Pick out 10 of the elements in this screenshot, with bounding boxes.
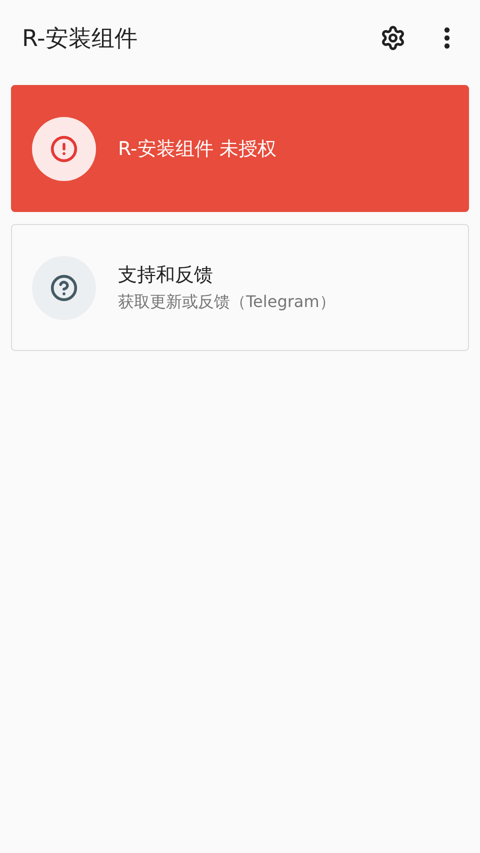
warning-card[interactable]: R-安装组件 未授权 [11,85,469,212]
question-icon [50,274,78,302]
card-title: 支持和反馈 [118,263,214,288]
more-icon [444,27,450,49]
settings-icon [380,25,406,51]
alert-icon [50,134,78,162]
app-title: R-安装组件 [22,24,138,54]
card-title: R-安装组件 未授权 [118,136,276,162]
support-card[interactable]: 支持和反馈 获取更新或反馈（Telegram） [11,224,469,351]
card-subtitle: 获取更新或反馈（Telegram） [118,292,336,313]
